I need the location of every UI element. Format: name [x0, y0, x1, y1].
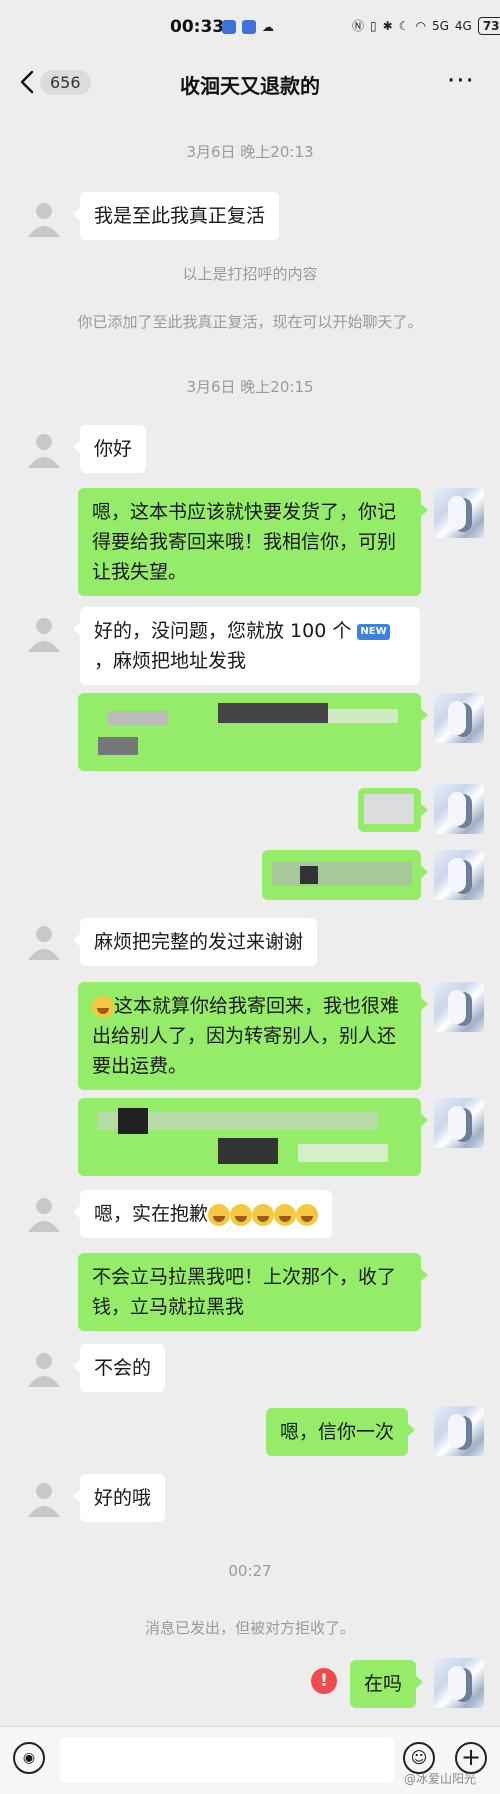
new-emoji-icon: NEW [357, 623, 390, 640]
my-avatar[interactable] [434, 1406, 484, 1456]
moon-icon: ☾ [398, 19, 410, 33]
redaction-mosaic [118, 1108, 148, 1134]
status-bar: 00:33 ☁ Ⓝ ▯ ✱ ☾ ◠ 5G 4G 73 [0, 0, 500, 58]
redaction-mosaic [108, 711, 168, 725]
vibrate-icon: ▯ [370, 19, 377, 33]
signal-4g-icon: 4G [454, 19, 472, 33]
status-time: 00:33 [170, 17, 225, 37]
message-input[interactable] [60, 1737, 394, 1783]
crying-emoji-icon [296, 1203, 319, 1226]
redaction-mosaic [328, 709, 398, 723]
system-notice: 你已添加了至此我真正复活，现在可以开始聊天了。 [77, 313, 423, 331]
incoming-message-bubble[interactable]: 我是至此我真正复活 [72, 192, 280, 240]
message-text: 嗯，实在抱歉 [94, 1203, 209, 1225]
contact-avatar[interactable] [22, 612, 66, 656]
crying-emoji-icon [230, 1203, 253, 1226]
app-notification-icon [242, 20, 256, 34]
signal-5g-icon: 5G [431, 19, 449, 33]
my-avatar[interactable] [434, 1098, 484, 1148]
redaction-mosaic [218, 1138, 278, 1164]
crying-laugh-emoji-icon [92, 995, 114, 1018]
contact-avatar[interactable] [22, 1192, 66, 1236]
my-avatar[interactable] [434, 488, 484, 538]
battery-indicator: 73 [477, 17, 500, 35]
my-avatar[interactable] [434, 982, 484, 1032]
cloud-icon: ☁ [262, 20, 274, 34]
outgoing-message-bubble[interactable]: 嗯，信你一次 [266, 1408, 416, 1456]
status-notification-icons: ☁ [222, 19, 274, 35]
redaction-mosaic [298, 1144, 388, 1162]
timestamp: 00:27 [228, 1562, 272, 1580]
bluetooth-icon: ✱ [382, 19, 393, 33]
voice-input-icon[interactable]: ◉ [13, 1742, 45, 1774]
incoming-message-bubble[interactable]: 好的哦 [72, 1474, 166, 1522]
message-text: 好的，没问题，您就放 100 个 [94, 620, 352, 642]
send-failed-icon[interactable]: ! [311, 1668, 337, 1694]
crying-emoji-icon [274, 1203, 297, 1226]
redaction-mosaic [218, 703, 328, 723]
watermark: @冰爱山阳光 [404, 1772, 477, 1786]
outgoing-redacted-bubble[interactable] [78, 1098, 428, 1176]
redaction-mosaic [364, 794, 414, 824]
nfc-icon: Ⓝ [352, 19, 365, 33]
contact-avatar[interactable] [22, 197, 66, 241]
contact-avatar[interactable] [22, 428, 66, 472]
outgoing-message-bubble[interactable]: 这本就算你给我寄回来，我也很难出给别人了，因为转寄别人，别人还要出运费。 [78, 982, 428, 1090]
contact-avatar[interactable] [22, 1477, 66, 1521]
more-options-icon[interactable]: ··· [447, 68, 475, 94]
outgoing-message-bubble[interactable]: 在吗 [350, 1660, 424, 1708]
contact-avatar[interactable] [22, 920, 66, 964]
chat-title: 收洄天又退款的 [180, 74, 320, 98]
incoming-message-bubble[interactable]: 嗯，实在抱歉 [72, 1190, 333, 1238]
outgoing-message-bubble[interactable]: 嗯，这本书应该就快要发货了，你记得要给我寄回来哦！我相信你，可别让我失望。 [78, 488, 428, 596]
incoming-message-bubble[interactable]: 好的，没问题，您就放 100 个 NEW ，麻烦把地址发我 [73, 607, 420, 685]
redaction-mosaic [272, 862, 412, 886]
outgoing-redacted-bubble[interactable] [358, 788, 428, 832]
incoming-message-bubble[interactable]: 不会的 [72, 1344, 166, 1392]
status-system-icons: Ⓝ ▯ ✱ ☾ ◠ 5G 4G 73 [352, 17, 500, 35]
chat-header: 656 收洄天又退款的 ··· [0, 58, 500, 108]
system-notice: 消息已发出，但被对方拒收了。 [144, 1619, 355, 1637]
app-notification-icon [222, 20, 236, 34]
my-avatar[interactable] [434, 784, 484, 834]
my-avatar[interactable] [434, 1658, 484, 1708]
timestamp: 3月6日 晚上20:15 [186, 378, 314, 396]
my-avatar[interactable] [434, 693, 484, 743]
my-avatar[interactable] [434, 850, 484, 900]
message-text: ，麻烦把地址发我 [94, 650, 247, 672]
system-notice: 以上是打招呼的内容 [182, 265, 318, 283]
wifi-icon: ◠ [415, 19, 426, 33]
incoming-message-bubble[interactable]: 你好 [72, 425, 147, 473]
timestamp: 3月6日 晚上20:13 [186, 143, 314, 161]
outgoing-message-bubble[interactable]: 不会立马拉黑我吧！上次那个，收了钱，立马就拉黑我 [78, 1253, 428, 1331]
outgoing-redacted-bubble[interactable] [262, 850, 428, 900]
outgoing-redacted-bubble[interactable] [78, 693, 428, 771]
redaction-mosaic [300, 866, 318, 884]
redaction-mosaic [98, 737, 138, 755]
crying-emoji-icon [252, 1203, 275, 1226]
message-text: 这本就算你给我寄回来，我也很难出给别人了，因为转寄别人，别人还要出运费。 [92, 995, 400, 1077]
contact-avatar[interactable] [22, 1347, 66, 1391]
incoming-message-bubble[interactable]: 麻烦把完整的发过来谢谢 [72, 918, 318, 966]
crying-emoji-icon [208, 1203, 231, 1226]
